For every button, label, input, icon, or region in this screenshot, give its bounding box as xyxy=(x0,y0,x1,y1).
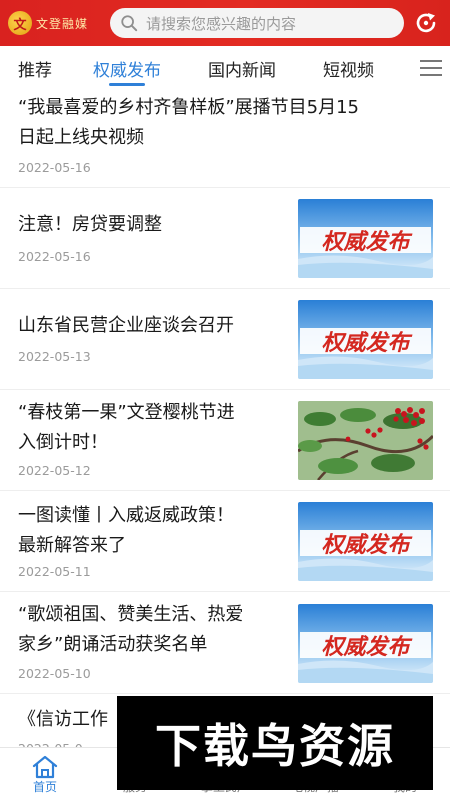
home-icon xyxy=(32,755,58,779)
menu-icon[interactable] xyxy=(419,58,443,78)
list-item[interactable]: 山东省民营企业座谈会召开 2022-05-13 权威发布 xyxy=(0,289,450,390)
tab-label: 国内新闻 xyxy=(208,60,276,81)
quanwei-banner-image: 权威发布 xyxy=(298,604,433,683)
nav-label: 首页 xyxy=(32,780,57,794)
news-title: 注意！房贷要调整 xyxy=(18,214,162,235)
tab-label: 短视频 xyxy=(323,60,374,81)
quanwei-banner-image: 权威发布 xyxy=(298,300,433,379)
list-item[interactable]: “歌颂祖国、赞美生活、热爱 家乡”朗诵活动获奖名单 2022-05-10 权威发… xyxy=(0,592,450,694)
watermark-overlay: 下载鸟资源 xyxy=(117,696,433,790)
news-date: 2022-05-16 xyxy=(18,249,91,264)
news-title: 一图读懂丨入威返威政策！ 最新解答来了 xyxy=(18,505,234,556)
news-thumbnail: 权威发布 xyxy=(298,300,433,379)
cherry-tree-image xyxy=(298,401,433,480)
search-icon xyxy=(121,15,138,32)
news-thumbnail: 权威发布 xyxy=(298,502,433,581)
list-item[interactable]: 注意！房贷要调整 2022-05-16 权威发布 xyxy=(0,188,450,289)
top-header: 文 文登融媒 请搜索您感兴趣的内容 xyxy=(0,0,450,46)
news-thumbnail: 权威发布 xyxy=(298,199,433,278)
news-title: 山东省民营企业座谈会召开 xyxy=(18,315,234,336)
list-item[interactable]: “春枝第一果”文登樱桃节进 入倒计时！ 2022-05-12 xyxy=(0,390,450,491)
tab-short-video[interactable]: 短视频 xyxy=(323,46,374,90)
news-date: 2022-05-11 xyxy=(18,564,91,579)
watermark-text: 下载鸟资源 xyxy=(155,719,395,773)
svg-text:权威发布: 权威发布 xyxy=(321,634,412,660)
news-title: “歌颂祖国、赞美生活、热爱 家乡”朗诵活动获奖名单 xyxy=(18,604,244,655)
svg-text:权威发布: 权威发布 xyxy=(321,532,412,558)
nav-home[interactable]: 首页 xyxy=(0,748,90,800)
active-tab-indicator xyxy=(109,83,145,86)
news-date: 2022-05-13 xyxy=(18,349,91,364)
svg-text:权威发布: 权威发布 xyxy=(321,229,412,255)
tab-label: 推荐 xyxy=(18,60,52,81)
news-title: “我最喜爱的乡村齐鲁样板”展播节目5月15 日起上线央视频 xyxy=(18,97,360,148)
news-thumbnail xyxy=(298,401,433,480)
news-date: 2022-05-10 xyxy=(18,666,91,681)
search-placeholder: 请搜索您感兴趣的内容 xyxy=(146,14,297,33)
news-date: 2022-05-12 xyxy=(18,463,91,478)
app-logo[interactable]: 文 文登融媒 xyxy=(0,0,105,46)
list-item[interactable]: 一图读懂丨入威返威政策！ 最新解答来了 2022-05-11 权威发布 xyxy=(0,491,450,592)
search-input[interactable]: 请搜索您感兴趣的内容 xyxy=(110,8,404,38)
svg-text:权威发布: 权威发布 xyxy=(321,330,412,356)
news-title: “春枝第一果”文登樱桃节进 入倒计时！ xyxy=(18,402,235,453)
category-tabs: 推荐 权威发布 国内新闻 短视频 xyxy=(0,46,450,90)
refresh-icon[interactable] xyxy=(413,10,439,36)
list-item[interactable]: “我最喜爱的乡村齐鲁样板”展播节目5月15 日起上线央视频 2022-05-16 xyxy=(0,90,450,188)
quanwei-banner-image: 权威发布 xyxy=(298,502,433,581)
news-date: 2022-05-16 xyxy=(18,160,91,175)
tab-authoritative[interactable]: 权威发布 xyxy=(93,46,161,90)
logo-mark-icon: 文 xyxy=(8,11,32,35)
tab-label: 权威发布 xyxy=(93,60,161,81)
tab-recommend[interactable]: 推荐 xyxy=(18,46,52,90)
news-thumbnail: 权威发布 xyxy=(298,604,433,683)
logo-text: 文登融媒 xyxy=(36,16,89,31)
quanwei-banner-image: 权威发布 xyxy=(298,199,433,278)
tab-domestic-news[interactable]: 国内新闻 xyxy=(208,46,276,90)
